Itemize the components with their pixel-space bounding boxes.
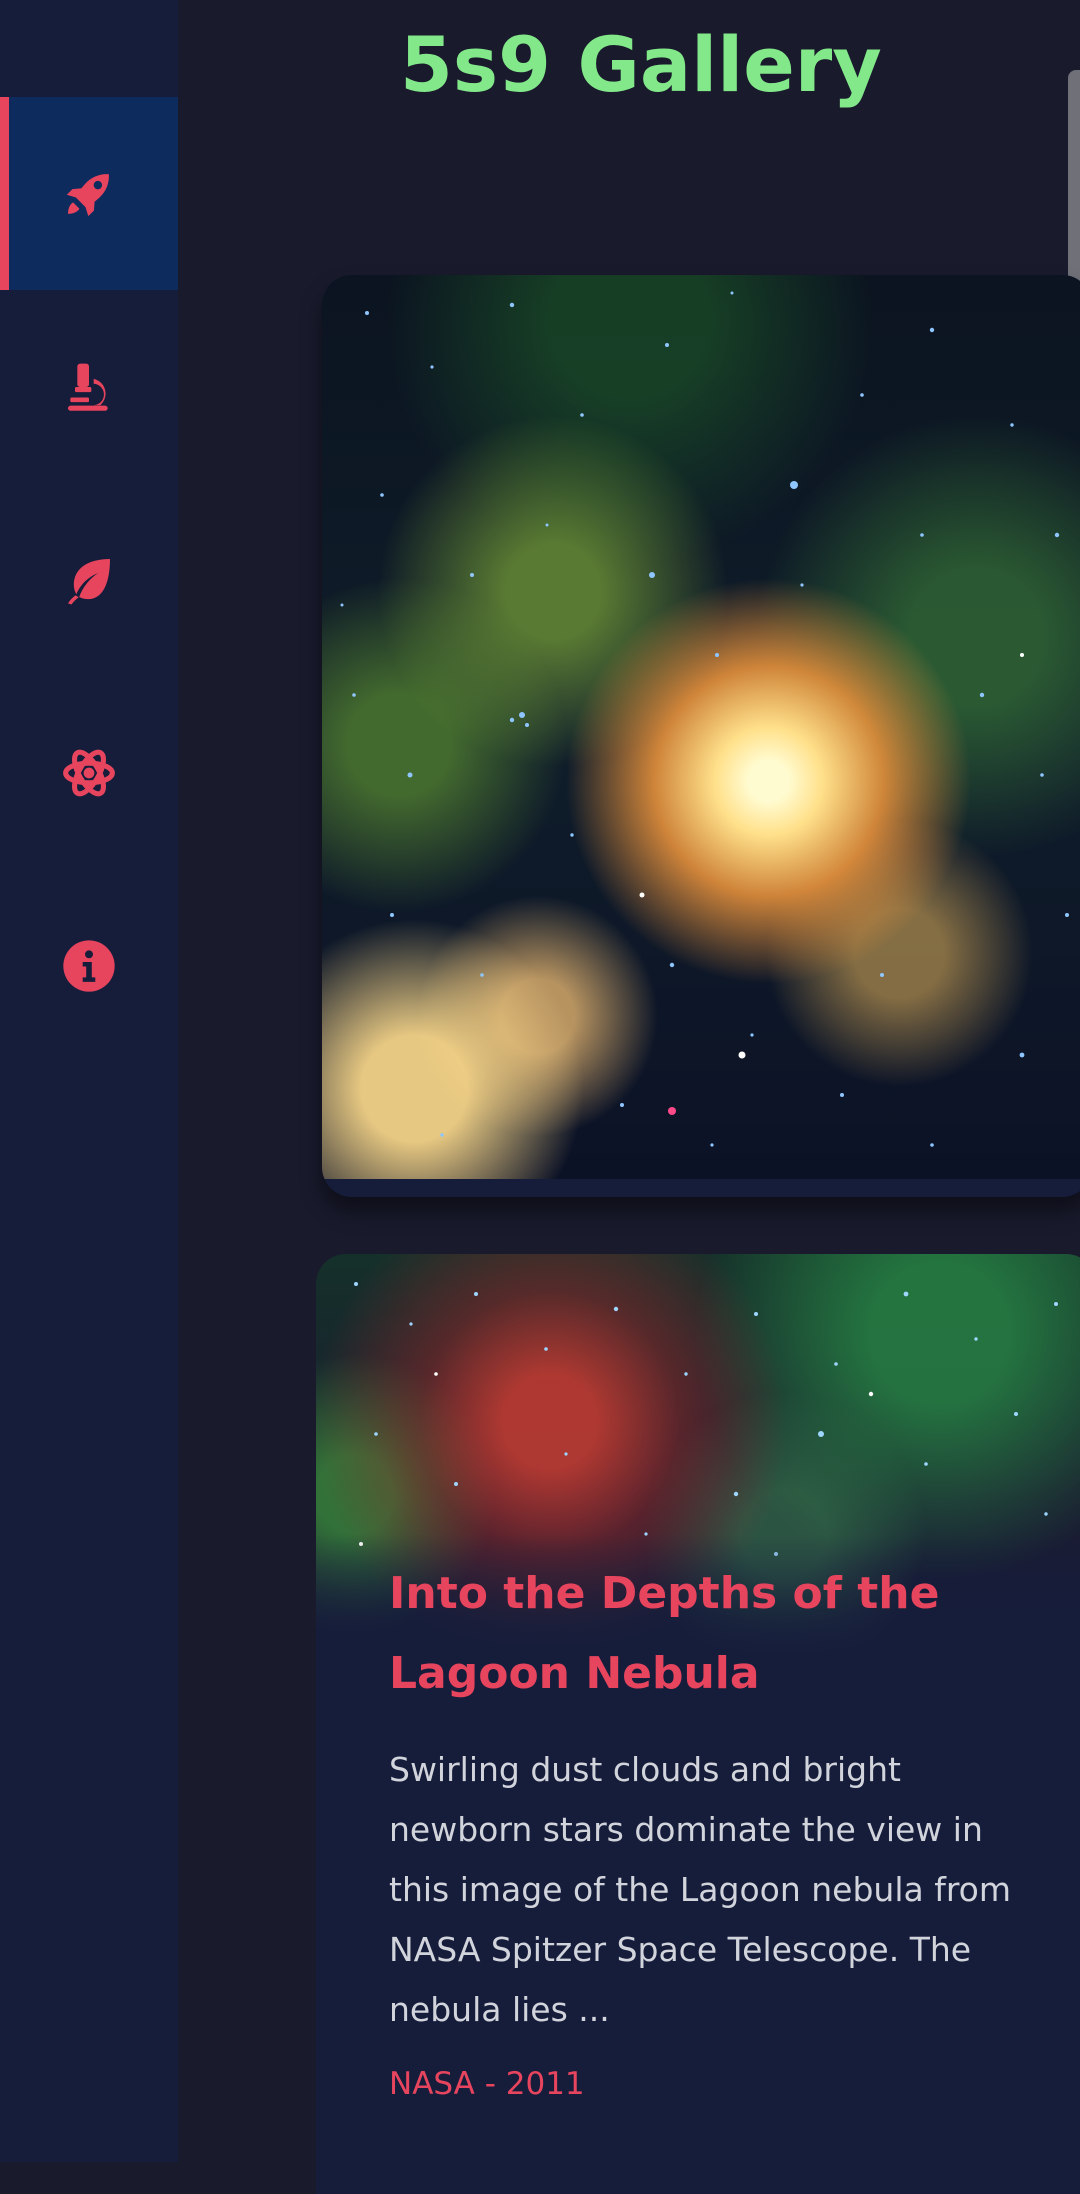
gallery-card[interactable]: Into the Depths of the Lagoon Nebula Swi… [316, 1254, 1080, 2194]
gallery-card[interactable] [322, 275, 1080, 1197]
card-title[interactable]: Into the Depths of the Lagoon Nebula [389, 1554, 969, 1714]
microscope-icon [68, 363, 108, 411]
leaf-icon [68, 558, 110, 604]
card-meta: NASA - 2011 [389, 2066, 585, 2102]
card-image [322, 275, 1080, 1179]
atom-icon [63, 749, 115, 796]
rocket-icon [66, 173, 109, 216]
page-title: 5s9 Gallery [400, 20, 882, 109]
nav-item-microscope[interactable] [0, 290, 178, 483]
card-description: Swirling dust clouds and bright newborn … [389, 1750, 1012, 2029]
sidebar [0, 0, 178, 2162]
nav-item-rocket[interactable] [0, 97, 178, 290]
nav-item-info[interactable] [0, 869, 178, 1062]
star-field [340, 291, 1069, 1147]
info-icon [63, 939, 115, 992]
nav-item-atom[interactable] [0, 676, 178, 869]
nav-item-leaf[interactable] [0, 483, 178, 676]
